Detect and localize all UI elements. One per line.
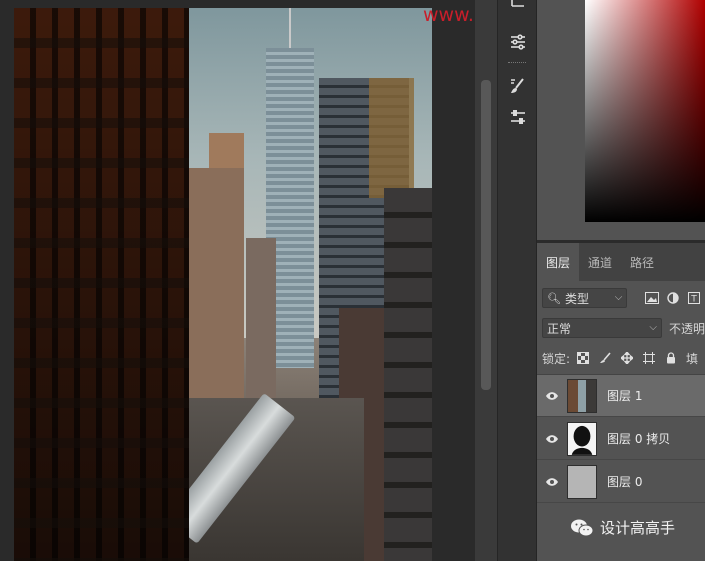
layer-thumbnail-gray [567, 464, 597, 499]
brand-watermark: 设计高高手 [570, 517, 675, 538]
filter-kind-label: 类型 [564, 291, 589, 306]
svg-text:T: T [691, 295, 698, 305]
color-field[interactable] [585, 0, 705, 222]
visibility-eye-icon[interactable] [537, 434, 567, 444]
tab-layers[interactable]: 图层 [537, 243, 580, 281]
lock-row: 锁定: 填 [542, 347, 705, 369]
tab-paths[interactable]: 路径 [621, 243, 663, 281]
panel-grip[interactable] [508, 62, 526, 64]
fill-label: 填 [686, 351, 699, 366]
lock-label: 锁定: [542, 351, 571, 366]
layer-row-0-copy[interactable]: 图层 0 拷贝 [537, 418, 705, 460]
lock-artboard-icon[interactable] [638, 348, 660, 368]
lock-all-icon[interactable] [660, 348, 682, 368]
blend-row: 正常 ⌵ 不透明 [542, 317, 705, 339]
filter-pixel-icon[interactable] [641, 288, 662, 308]
layer-filter-row: 🔍︎ 类型 ⌵ T [542, 287, 705, 309]
blend-mode-value: 正常 [547, 321, 572, 336]
layer-name[interactable]: 图层 0 拷贝 [607, 430, 670, 447]
chevron-down-icon: ⌵ [614, 292, 623, 303]
lock-position-icon[interactable] [616, 348, 638, 368]
brushes-icon[interactable] [505, 74, 531, 98]
layer-name[interactable]: 图层 1 [607, 387, 642, 404]
document-canvas[interactable]: www.hxsjdiansheji.com [0, 0, 644, 561]
panel-toggle-icon[interactable] [505, 0, 531, 18]
properties-icon[interactable] [505, 105, 531, 129]
layers-panel: 图层 通道 路径 🔍︎ 类型 ⌵ T 正常 ⌵ 不透明 锁定: 填 图层 1 图… [537, 243, 705, 561]
filter-adjustment-icon[interactable] [663, 288, 684, 308]
chevron-down-icon: ⌵ [649, 322, 657, 333]
layer-name[interactable]: 图层 0 [607, 473, 642, 490]
layer-row-1[interactable]: 图层 1 [537, 375, 705, 417]
city-street-photo [14, 8, 432, 561]
visibility-eye-icon[interactable] [537, 477, 567, 487]
visibility-eye-icon[interactable] [537, 391, 567, 401]
layer-row-0[interactable]: 图层 0 [537, 461, 705, 503]
opacity-label: 不透明 [668, 321, 705, 336]
canvas-vertical-scrollbar[interactable] [475, 0, 497, 561]
filter-kind-dropdown[interactable]: 🔍︎ 类型 ⌵ [542, 288, 628, 308]
layer-thumbnail-photo [567, 378, 597, 413]
scrollbar-thumb[interactable] [481, 80, 491, 390]
wechat-icon [571, 519, 594, 536]
brand-text: 设计高高手 [600, 519, 676, 537]
search-icon: 🔍︎ [547, 291, 561, 305]
tab-channels[interactable]: 通道 [579, 243, 621, 281]
panel-icon-strip [497, 0, 537, 561]
lock-image-pixels-icon[interactable] [594, 348, 616, 368]
blend-mode-dropdown[interactable]: 正常 ⌵ [542, 318, 662, 338]
filter-type-icon[interactable]: T [684, 288, 705, 308]
adjustments-icon[interactable] [505, 30, 531, 54]
panel-tabs: 图层 通道 路径 [537, 243, 705, 281]
layer-thumbnail-silhouette [567, 421, 597, 456]
lock-transparent-pixels-icon[interactable] [572, 348, 594, 368]
